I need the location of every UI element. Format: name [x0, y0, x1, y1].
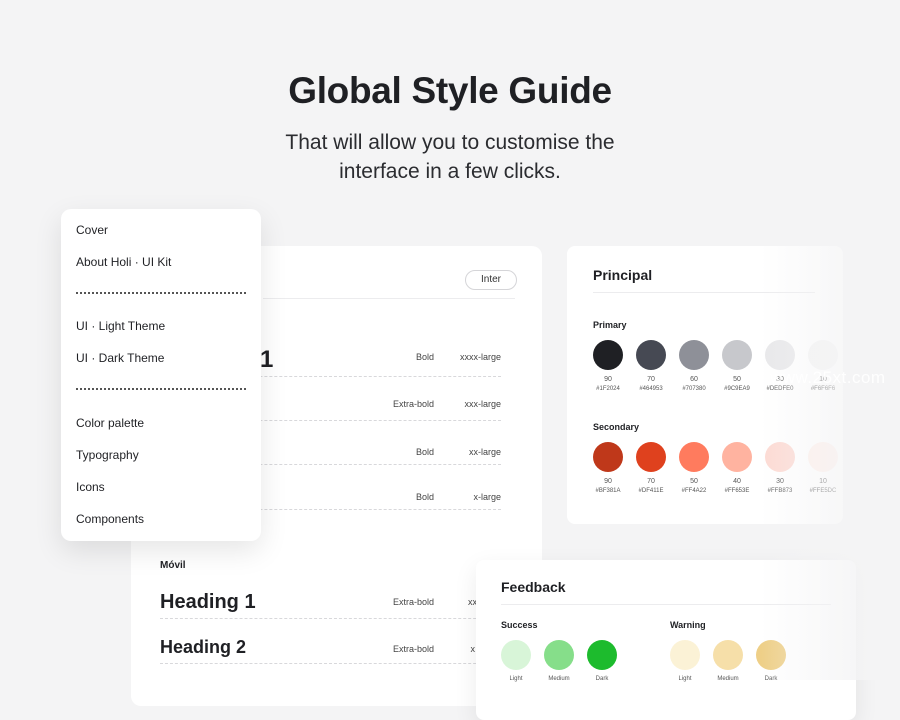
color-swatch[interactable]	[636, 442, 666, 472]
nav-item-typography[interactable]: Typography	[76, 448, 139, 462]
principal-colors-card: Principal Primary 90 #1F2024 70 #464953 60 #7…	[567, 246, 843, 524]
nav-item-components[interactable]: Components	[76, 512, 144, 526]
color-swatch[interactable]	[593, 442, 623, 472]
type-size: xx-large	[468, 447, 501, 457]
group-label-success: Success	[501, 620, 538, 630]
type-weight: Bold	[415, 492, 434, 502]
swatch-shade-number: 10	[819, 478, 827, 485]
swatch-caption: Dark	[595, 676, 609, 682]
subtitle-line-1: That will allow you to customise the	[285, 131, 615, 154]
warning-swatch[interactable]	[713, 640, 743, 670]
divider	[501, 604, 831, 605]
page-title: Global Style Guide	[288, 70, 612, 111]
swatch-hex-code: #F6F6F6	[810, 386, 836, 392]
divider	[593, 292, 815, 293]
success-swatch[interactable]	[587, 640, 617, 670]
group-label-primary: Primary	[593, 320, 627, 330]
nav-item-light-theme[interactable]: UI · Light Theme	[76, 319, 165, 333]
section-label-movil: Móvil	[160, 560, 186, 571]
type-size: x	[470, 644, 476, 654]
color-swatch[interactable]	[679, 340, 709, 370]
color-swatch[interactable]	[593, 340, 623, 370]
type-size: xxx-large	[464, 399, 501, 409]
nav-item-icons[interactable]: Icons	[76, 480, 105, 494]
type-weight: Extra-bold	[392, 597, 434, 607]
success-swatch[interactable]	[544, 640, 574, 670]
swatch-caption: Medium	[548, 676, 570, 682]
divider	[160, 663, 501, 664]
swatch-hex-code: #FFE5DC	[809, 488, 837, 494]
divider	[160, 618, 501, 619]
swatch-caption: Medium	[717, 676, 739, 682]
nav-item-cover[interactable]: Cover	[76, 223, 108, 237]
swatch-shade-number: 10	[819, 376, 827, 383]
type-weight: Bold	[415, 352, 434, 362]
type-size: xx	[468, 597, 477, 607]
color-swatch[interactable]	[765, 340, 795, 370]
warning-swatch[interactable]	[756, 640, 786, 670]
subtitle-line-2: interface in a few clicks.	[339, 160, 561, 183]
nav-divider	[76, 292, 246, 294]
color-swatch[interactable]	[808, 340, 838, 370]
color-swatch[interactable]	[808, 442, 838, 472]
type-weight: Bold	[415, 447, 434, 457]
nav-item-dark-theme[interactable]: UI · Dark Theme	[76, 351, 164, 365]
font-family-pill[interactable]: Inter	[465, 270, 517, 290]
feedback-colors-card: Feedback Success Warning Light Medium Dark…	[476, 560, 856, 720]
color-swatch[interactable]	[679, 442, 709, 472]
nav-item-color-palette[interactable]: Color palette	[76, 416, 144, 430]
page-subtitle: That will allow you to customise the int…	[250, 128, 650, 186]
card-title: Feedback	[501, 579, 566, 595]
swatch-caption: Light	[509, 676, 523, 682]
type-weight: Extra-bold	[392, 399, 434, 409]
swatch-caption: Light	[678, 676, 692, 682]
color-swatch[interactable]	[722, 442, 752, 472]
divider	[263, 298, 515, 299]
warning-swatch[interactable]	[670, 640, 700, 670]
type-size: x-large	[473, 492, 501, 502]
color-swatch[interactable]	[636, 340, 666, 370]
group-label-warning: Warning	[670, 620, 706, 630]
nav-divider	[76, 388, 246, 390]
nav-item-about[interactable]: About Holi · UI Kit	[76, 255, 171, 269]
group-label-secondary: Secondary	[593, 422, 640, 432]
color-swatch[interactable]	[765, 442, 795, 472]
success-swatch[interactable]	[501, 640, 531, 670]
swatch-caption: Dark	[764, 676, 778, 682]
color-swatch[interactable]	[722, 340, 752, 370]
card-title: Principal	[593, 267, 653, 283]
type-size: xxxx-large	[459, 352, 501, 362]
type-weight: Extra-bold	[392, 644, 434, 654]
style-guide-nav-menu: Cover About Holi · UI Kit UI · Light The…	[61, 209, 261, 541]
